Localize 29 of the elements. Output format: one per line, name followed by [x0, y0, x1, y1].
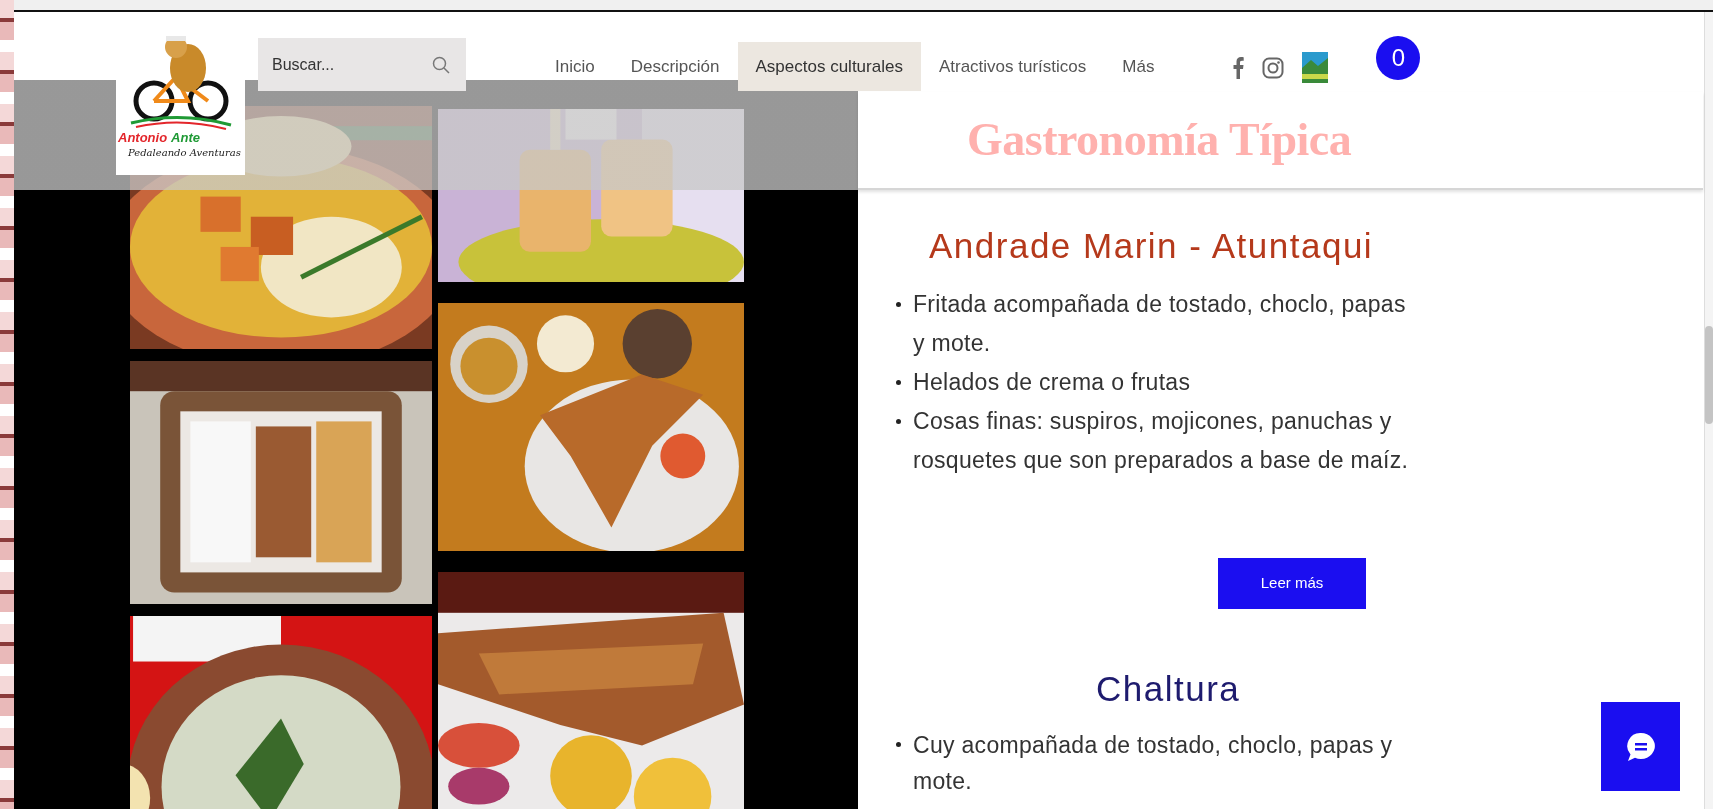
- landscape-icon[interactable]: [1302, 52, 1329, 83]
- instagram-icon[interactable]: [1262, 56, 1285, 79]
- logo-tagline: Pedaleando Aventuras: [128, 146, 241, 160]
- section-heading: Andrade Marin - Atuntaqui: [929, 228, 1374, 264]
- list-item-text: Cuy acompañada de tostado, choclo, papas y mote.: [913, 731, 1394, 796]
- bullet-dot: [896, 742, 901, 747]
- read-more-button[interactable]: Leer más: [1218, 558, 1366, 609]
- page-title: Gastronomía Típica: [967, 113, 1352, 168]
- cart-badge[interactable]: 0: [1376, 36, 1421, 80]
- list-item-text: Helados de crema o frutas: [913, 368, 1192, 397]
- bullet-dot: [896, 380, 901, 385]
- section-heading: Chaltura: [1096, 671, 1241, 707]
- chat-button[interactable]: [1601, 702, 1680, 791]
- list-item-text: Fritada acompañada de tostado, choclo, papas y mote.: [913, 290, 1407, 358]
- nav-link[interactable]: Atractivos turísticos: [920, 42, 1105, 91]
- facebook-icon[interactable]: [1232, 56, 1245, 79]
- logo-text: Ante: [171, 131, 200, 145]
- bullet-dot: [896, 419, 901, 424]
- search-field[interactable]: Buscar...: [258, 38, 466, 91]
- bullet-dot: [896, 302, 901, 307]
- scrollbar-thumb[interactable]: [1705, 326, 1713, 424]
- list-item-text: Cosas finas: suspiros, mojicones, panuchas y rosquetes que son preparados a base de maíz.: [913, 407, 1410, 475]
- logo-text: Antonio: [118, 131, 168, 145]
- logo[interactable]: Antonio Ante Pedaleando Aventuras: [116, 33, 245, 175]
- nav-link[interactable]: Más: [1104, 42, 1173, 91]
- nav-link[interactable]: Aspectos culturales: [737, 42, 921, 91]
- nav-link[interactable]: Inicio: [537, 42, 613, 91]
- nav-link[interactable]: Descripción: [612, 42, 738, 91]
- scrollbar[interactable]: [1704, 12, 1713, 809]
